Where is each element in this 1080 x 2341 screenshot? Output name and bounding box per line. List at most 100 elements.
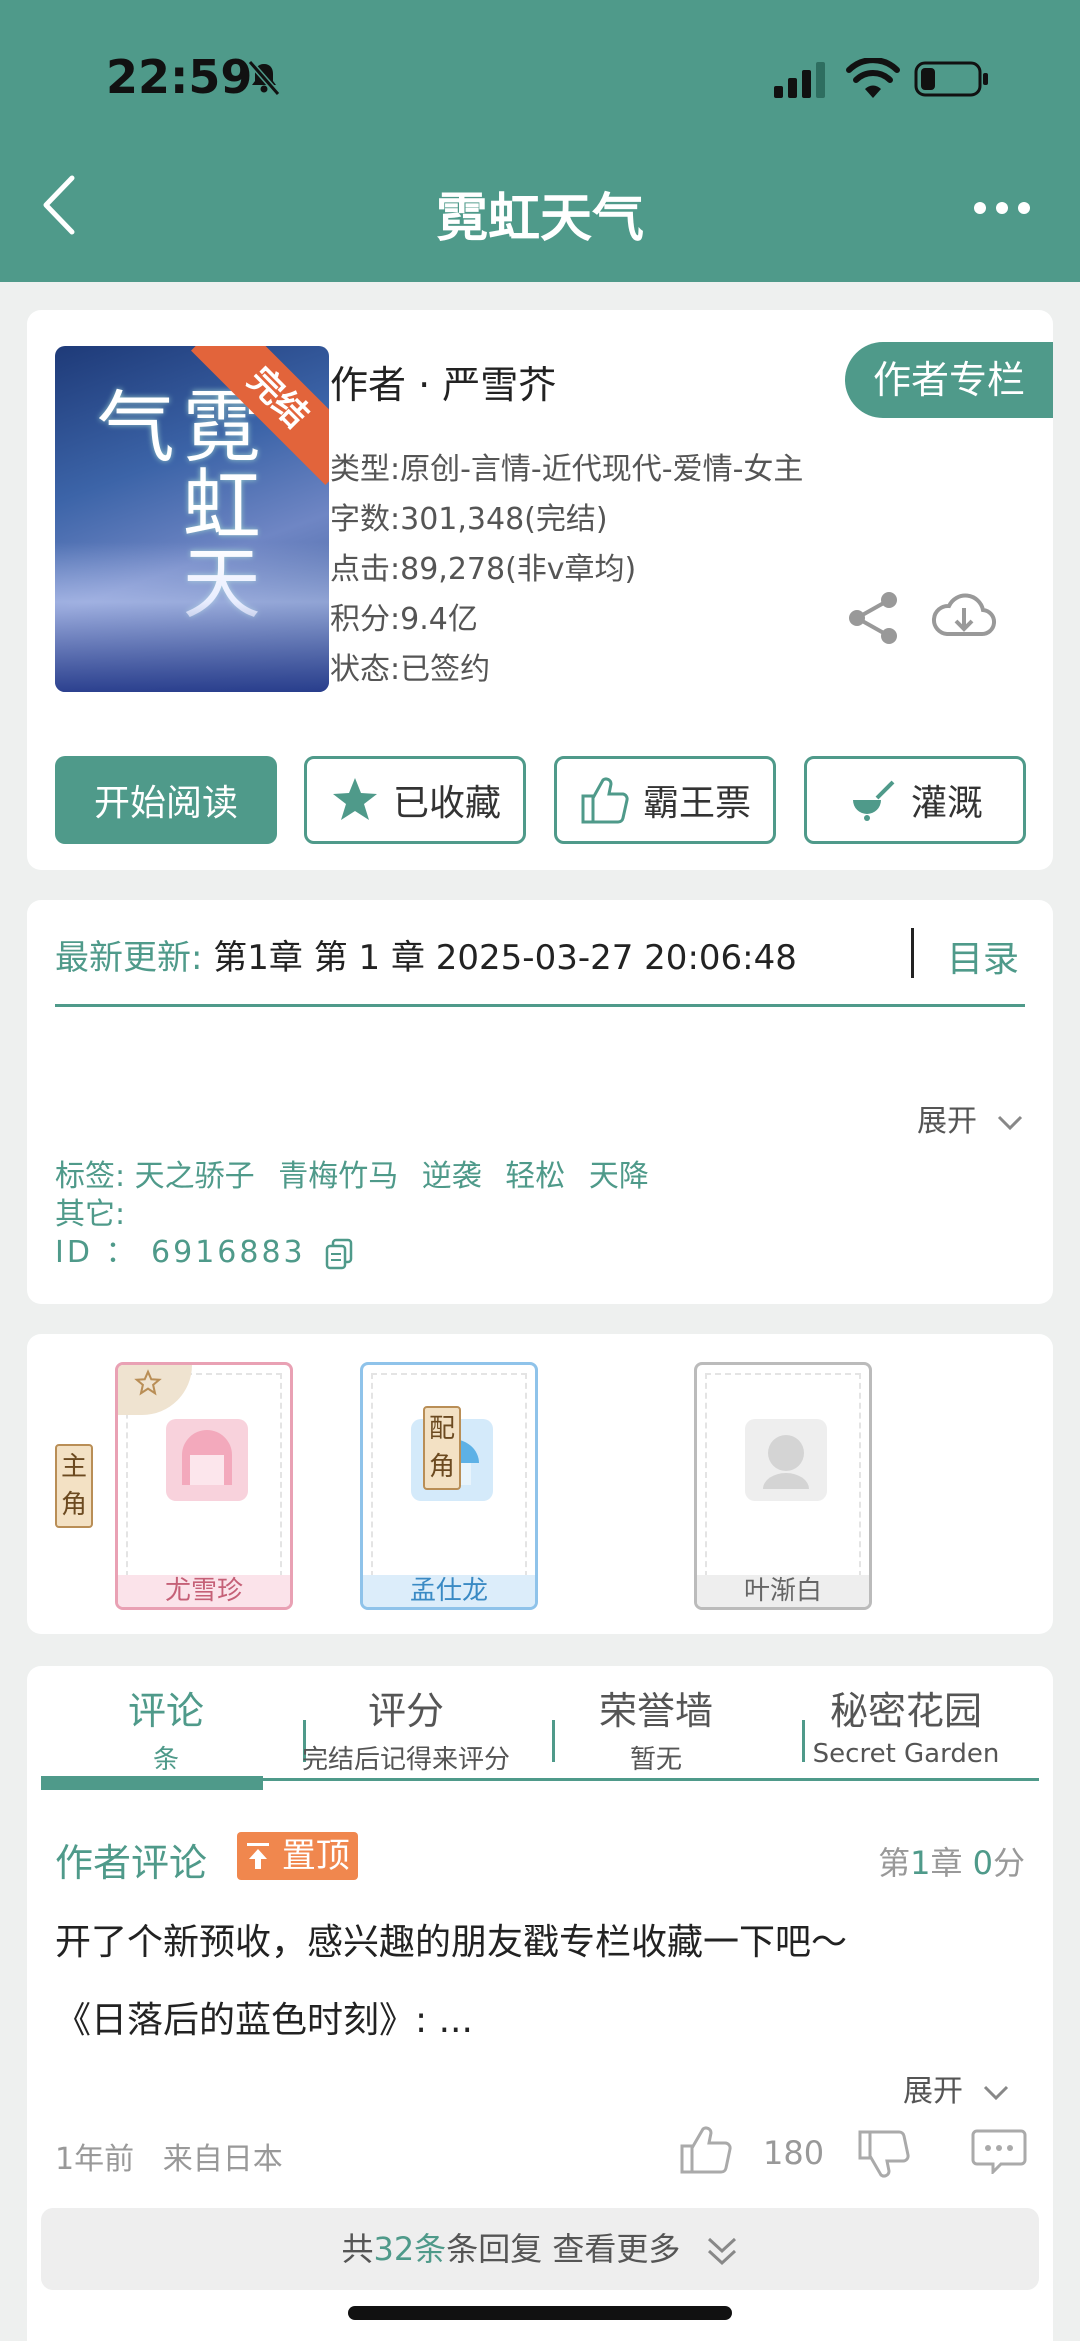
battery-icon [914, 61, 988, 97]
watering-icon [852, 780, 895, 821]
toc-link[interactable]: 目录 [947, 930, 1019, 982]
tab-comments[interactable]: 评论 条 [41, 1680, 291, 1776]
comments-card: 评论 条 评分 完结后记得来评分 荣誉墙 暂无 秘密花园 Secret Gard… [27, 1666, 1053, 2341]
view-more-replies-button[interactable]: 共32条条回复 查看更多 [41, 2208, 1039, 2290]
wifi-icon [846, 58, 900, 98]
tab-label: 荣誉墙 [598, 1689, 713, 1733]
bell-off-icon [247, 60, 281, 96]
favorite-button[interactable]: 已收藏 [304, 756, 526, 844]
tab-active-indicator [41, 1776, 263, 1790]
comment-time: 1年前 [55, 2142, 135, 2177]
app-header: 22:59 霓虹天气 [0, 0, 1080, 282]
character-card[interactable]: 叶渐白 [694, 1362, 872, 1610]
overlord-ticket-button[interactable]: 霸王票 [554, 756, 776, 844]
score-unit: 分 [992, 1844, 1025, 1882]
sign-status: 状态:已签约 [330, 652, 491, 687]
reply-count-unit: 条 [414, 2230, 447, 2268]
girl-avatar-icon [182, 1430, 232, 1485]
dislike-icon[interactable] [857, 2128, 913, 2180]
tag-row: 标签: 天之骄子 青梅竹马 逆袭 轻松 天降 [55, 1158, 663, 1196]
chevron-down-icon [997, 1115, 1022, 1130]
character-card[interactable]: 尤雪珍 [115, 1362, 293, 1610]
comment-line: 开了个新预收，感兴趣的朋友戳专栏收藏一下吧～ [55, 1922, 848, 1963]
page-title: 霓虹天气 [435, 189, 644, 249]
status-time: 22:59 [106, 50, 253, 104]
water-button[interactable]: 灌溉 [804, 756, 1026, 844]
divider-line [55, 1004, 1025, 1007]
more-icon[interactable] [972, 196, 1032, 220]
tab-rating[interactable]: 评分 完结后记得来评分 [281, 1680, 531, 1776]
tab-honor-wall[interactable]: 荣誉墙 暂无 [531, 1680, 781, 1776]
chapter-prefix: 第 [878, 1844, 911, 1882]
book-cover[interactable]: 霓虹天气 完结 [55, 346, 329, 692]
tag-block: 标签: 天之骄子 青梅竹马 逆袭 轻松 天降 其它: ID ： 6916883 [55, 1158, 663, 1272]
chapter-suffix: 章 [930, 1844, 963, 1882]
like-count: 180 [763, 2134, 825, 2172]
copy-icon[interactable] [325, 1238, 353, 1270]
expand-button[interactable]: 展开 [917, 1096, 1023, 1140]
book-id: ID ： 6916883 [55, 1235, 306, 1270]
signal-icon [774, 62, 825, 98]
expand-label: 展开 [903, 2074, 963, 2109]
latest-update[interactable]: 最新更新: 第1章 第 1 章 2025-03-27 20:06:48 [55, 930, 797, 979]
character-name: 尤雪珍 [118, 1575, 290, 1607]
character-name: 孟仕龙 [363, 1575, 535, 1607]
pinned-label: 置顶 [281, 1836, 350, 1876]
tab-sub: 暂无 [629, 1745, 682, 1775]
like-icon[interactable] [679, 2124, 735, 2176]
word-count: 字数:301,348(完结) [330, 502, 608, 537]
more-prefix: 共 [341, 2230, 374, 2268]
character-avatar [745, 1419, 827, 1501]
tab-label: 秘密花园 [829, 1689, 982, 1733]
home-indicator[interactable] [348, 2306, 732, 2320]
points: 积分:9.4亿 [330, 602, 478, 637]
click-count: 点击:89,278(非v章均) [330, 552, 637, 587]
character-avatar [166, 1419, 248, 1501]
double-chevron-down-icon [707, 2237, 736, 2266]
divider [911, 928, 914, 978]
favorite-label: 已收藏 [392, 783, 501, 824]
cover-art [55, 542, 329, 692]
author-name[interactable]: 作者 · 严雪芥 [330, 354, 556, 409]
tab-secret-garden[interactable]: 秘密花园 Secret Garden [781, 1680, 1031, 1769]
book-type: 类型:原创-言情-近代现代-爱情-女主 [330, 452, 804, 487]
pin-top-icon [247, 1843, 269, 1869]
tag-item[interactable]: 天降 [589, 1159, 649, 1194]
tag-item[interactable]: 天之骄子 [135, 1159, 255, 1194]
tab-sub: 完结后记得来评分 [301, 1745, 510, 1775]
comment-chapter-score: 第1章 0分 [878, 1838, 1025, 1884]
character-name: 叶渐白 [697, 1575, 869, 1607]
comment-meta: 1年前 来自日本 [55, 2134, 283, 2178]
book-id-row: ID ： 6916883 [55, 1234, 663, 1272]
support-role-badge: 配角 [423, 1406, 461, 1490]
update-card: 最新更新: 第1章 第 1 章 2025-03-27 20:06:48 目录 展… [27, 900, 1053, 1304]
author-column-button[interactable]: 作者专栏 [845, 342, 1053, 418]
start-reading-button[interactable]: 开始阅读 [55, 756, 277, 844]
tab-sub: Secret Garden [812, 1739, 1000, 1769]
reply-count: 32 [373, 2230, 415, 2268]
characters-card: 主角 尤雪珍 孟仕龙 配角 叶渐白 [27, 1334, 1053, 1634]
tags-label: 标签: [55, 1159, 126, 1194]
book-info-card: 霓虹天气 完结 作者 · 严雪芥 作者专栏 类型:原创-言情-近代现代-爱情-女… [27, 310, 1053, 870]
tab-label: 评论 [127, 1689, 204, 1733]
star-outline-icon [134, 1369, 162, 1396]
thumbs-up-icon [581, 777, 629, 824]
comment-author-label: 作者评论 [55, 1841, 208, 1885]
comment-expand-button[interactable]: 展开 [903, 2066, 1009, 2110]
cloud-download-icon[interactable] [929, 586, 999, 646]
share-icon[interactable] [845, 590, 901, 646]
latest-update-label: 最新更新: [55, 938, 203, 978]
star-icon [332, 778, 377, 820]
tab-sub: 条 [152, 1745, 179, 1775]
start-reading-label: 开始阅读 [93, 783, 238, 824]
tag-item[interactable]: 青梅竹马 [278, 1159, 398, 1194]
tag-item[interactable]: 逆袭 [422, 1159, 482, 1194]
water-label: 灌溉 [910, 783, 983, 824]
other-label: 其它: [55, 1197, 126, 1232]
comment-body[interactable]: 开了个新预收，感兴趣的朋友戳专栏收藏一下吧～ 《日落后的蓝色时刻》: ... [55, 1904, 1025, 2060]
overlord-ticket-label: 霸王票 [642, 783, 751, 824]
reply-icon[interactable] [971, 2128, 1027, 2174]
tag-item[interactable]: 轻松 [505, 1159, 565, 1194]
more-suffix: 条回复 查看更多 [446, 2230, 681, 2268]
score-value: 0 [972, 1844, 993, 1882]
